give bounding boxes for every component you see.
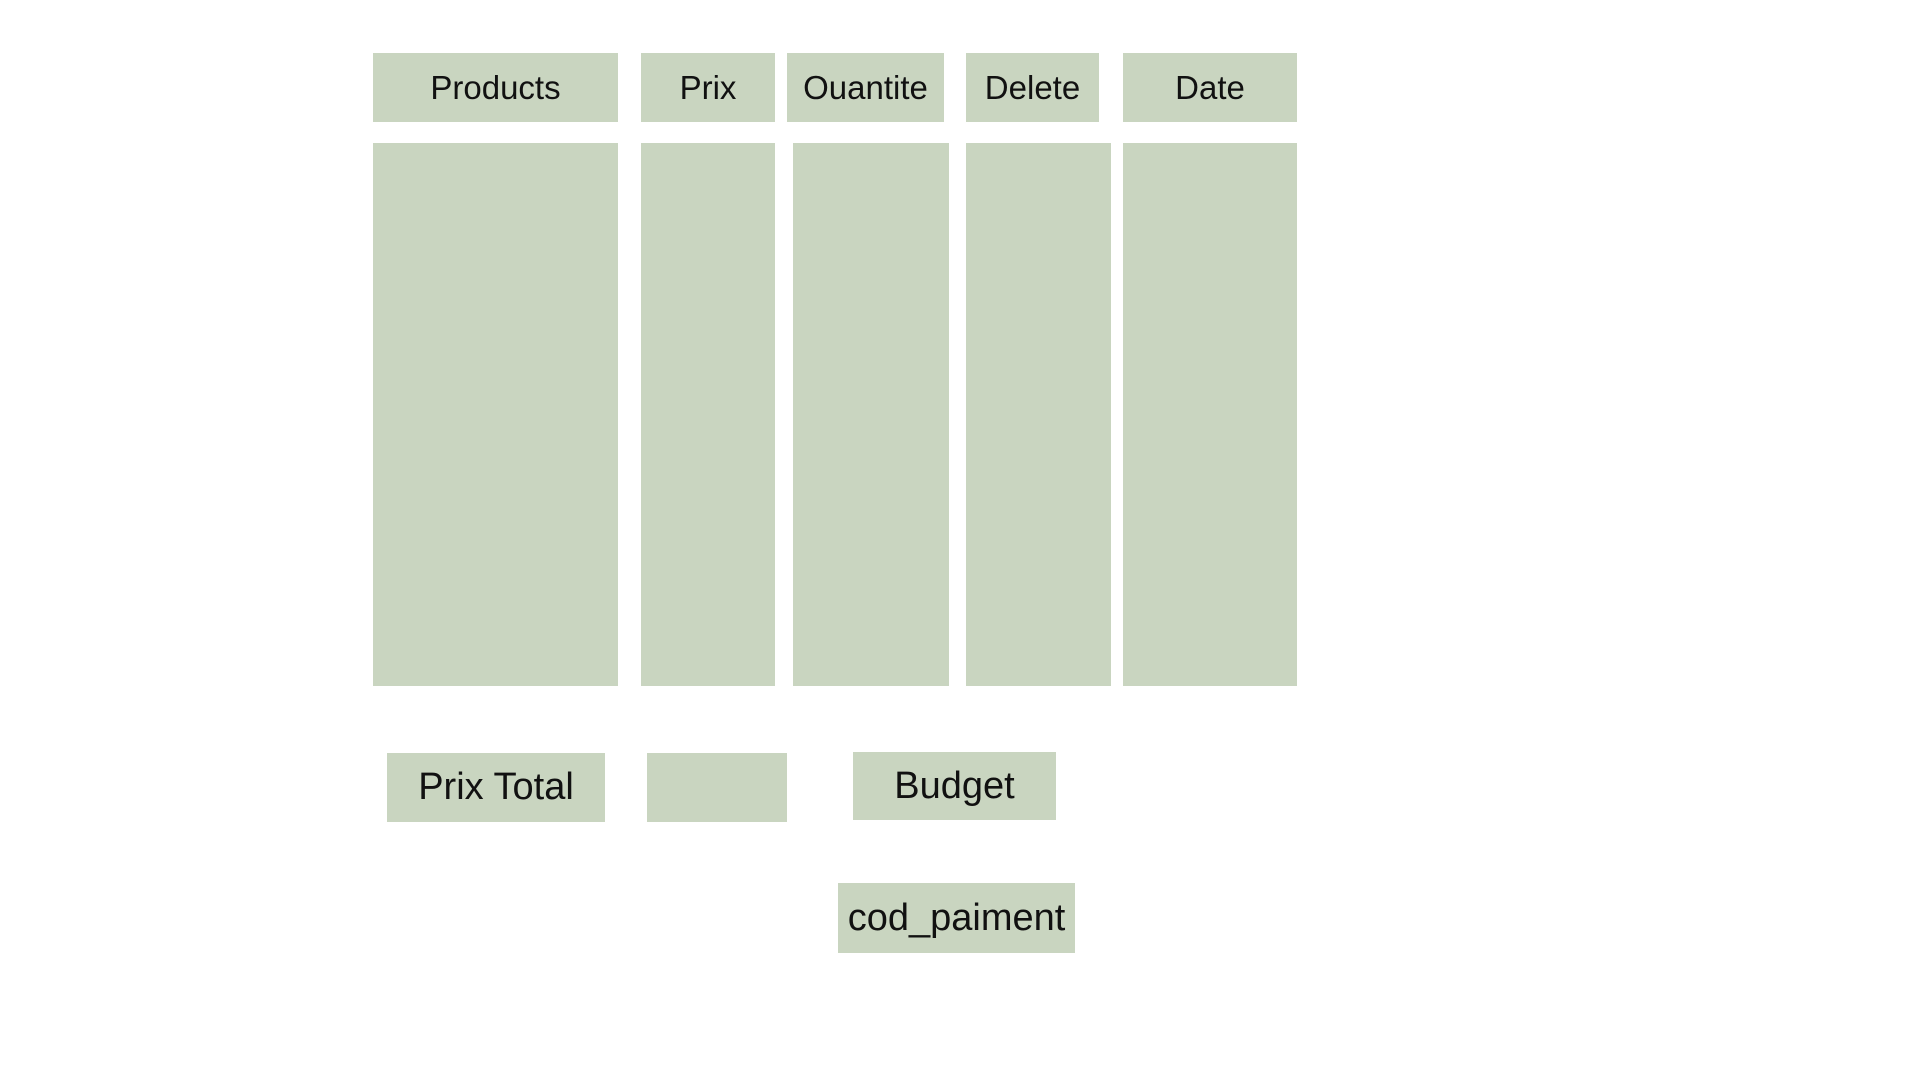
header-prix: Prix [641,53,775,122]
prix-column [641,143,775,686]
quantite-column [793,143,949,686]
prix-total-value [647,753,787,822]
header-delete: Delete [966,53,1099,122]
header-date: Date [1123,53,1297,122]
cod-paiment-button[interactable]: cod_paiment [838,883,1075,953]
header-quantite: Ouantite [787,53,944,122]
products-column [373,143,618,686]
budget-button[interactable]: Budget [853,752,1056,820]
delete-column [966,143,1111,686]
date-column [1123,143,1297,686]
header-products: Products [373,53,618,122]
prix-total-label: Prix Total [387,753,605,822]
